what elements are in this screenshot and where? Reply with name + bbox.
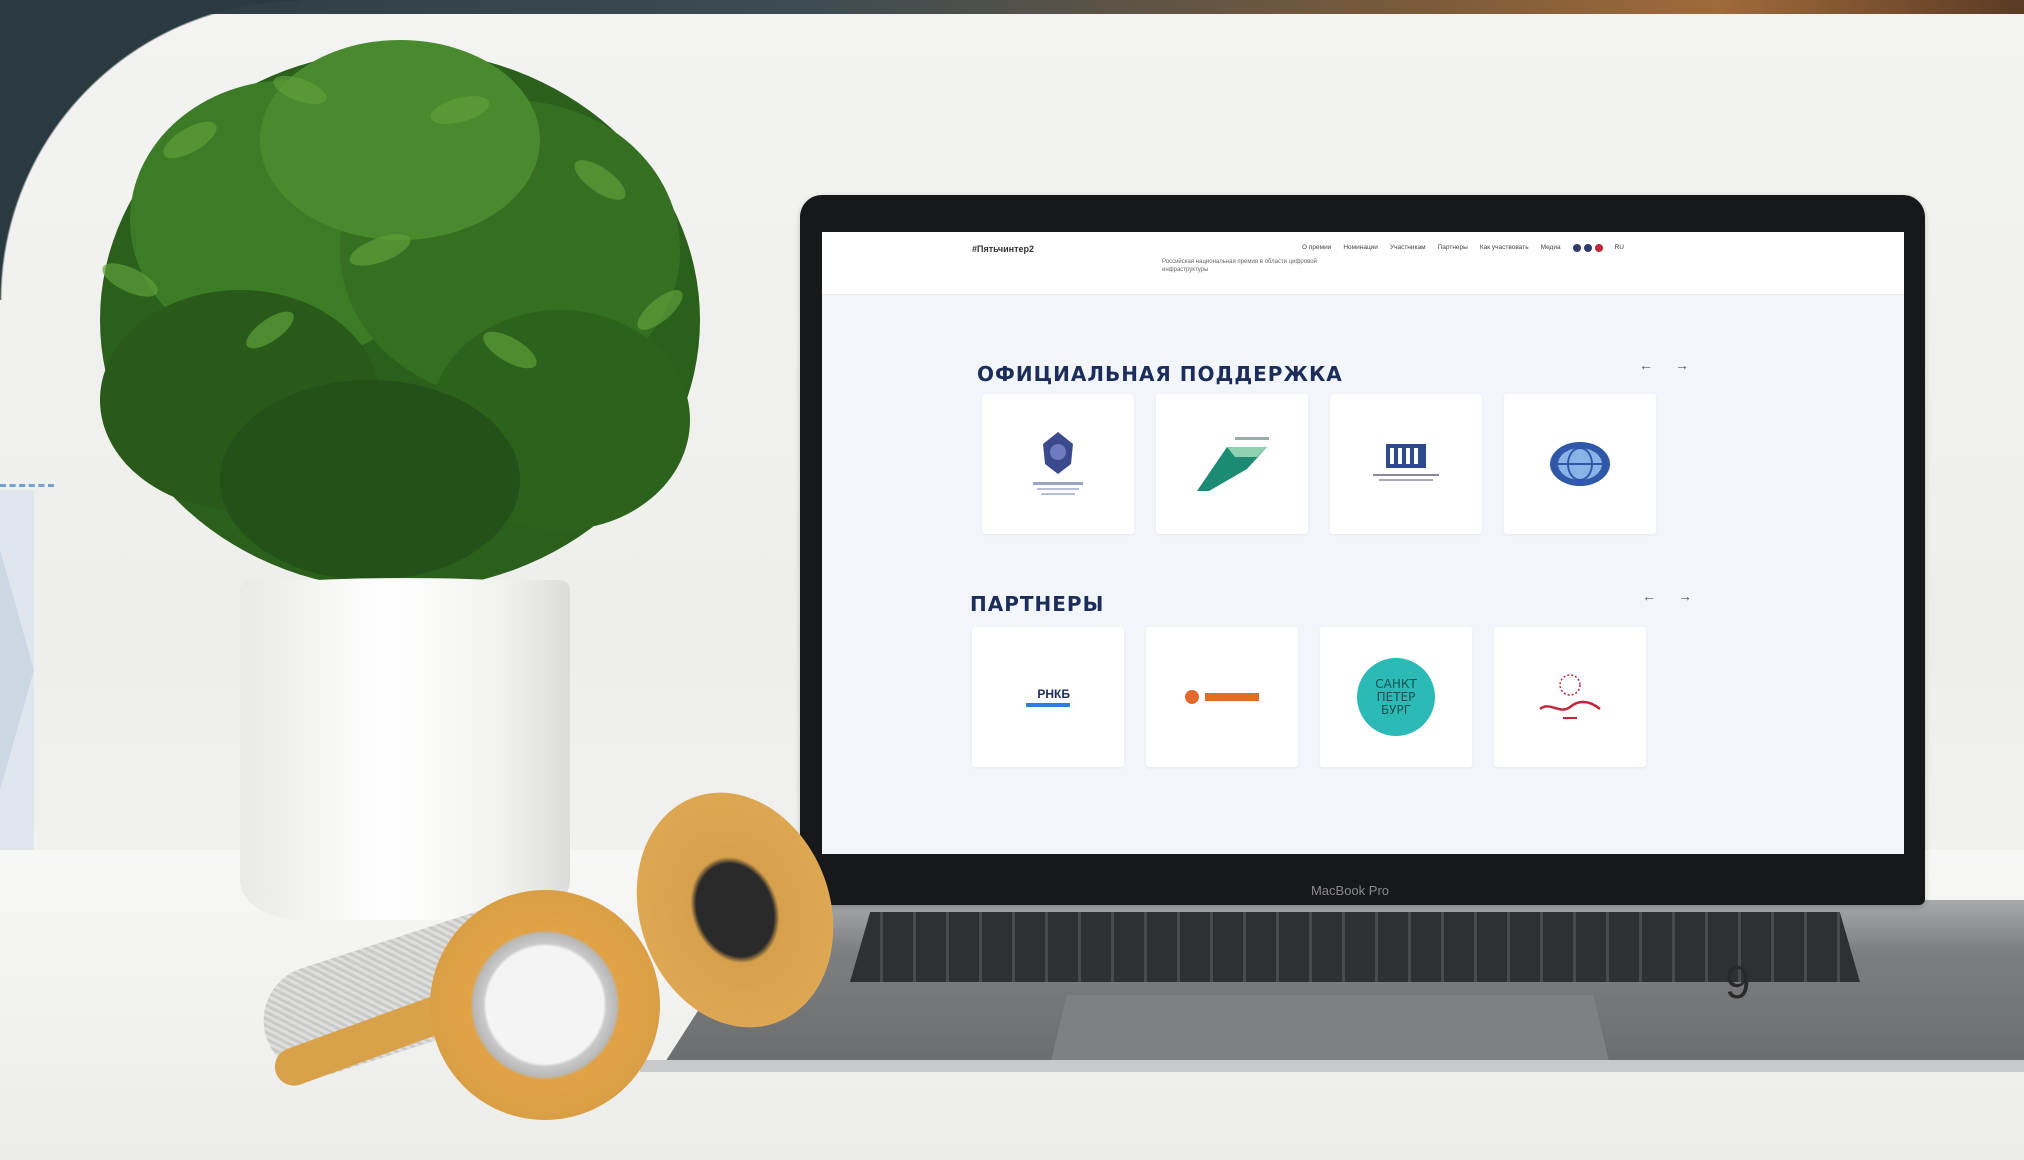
laptop-trackpad bbox=[1050, 995, 1610, 1065]
building-logo bbox=[1373, 444, 1439, 481]
top-photo-band bbox=[0, 0, 2024, 14]
bank-logo: РНКБ bbox=[1026, 687, 1070, 707]
site-logo[interactable]: #Пятьчинтер2 bbox=[972, 244, 1034, 254]
social-icon[interactable] bbox=[1583, 244, 1592, 252]
social-icon[interactable] bbox=[1594, 244, 1603, 252]
support-logos-row bbox=[982, 394, 1656, 534]
nav-item-partners[interactable]: Партнеры bbox=[1438, 244, 1468, 252]
orange-logo-bars bbox=[1205, 693, 1259, 701]
green-arrow-logo bbox=[1197, 437, 1269, 491]
partner-logos-row: РНКБ САНКТ ПЕТЕР БУРГ bbox=[972, 627, 1646, 767]
site-header: #Пятьчинтер2 Российская национальная пре… bbox=[822, 232, 1904, 295]
orange-logo bbox=[1185, 690, 1259, 704]
partners-carousel-arrows: ← → bbox=[1642, 588, 1692, 604]
support-logo-card[interactable] bbox=[1330, 394, 1482, 534]
saint-petersburg-logo: САНКТ ПЕТЕР БУРГ bbox=[1357, 658, 1435, 736]
support-logo-card[interactable] bbox=[1156, 394, 1308, 534]
decor-triangle bbox=[0, 550, 34, 790]
prev-arrow-icon[interactable]: ← bbox=[1642, 588, 1656, 604]
social-icon[interactable] bbox=[1572, 244, 1581, 252]
site-nav: О премии Номинации Участникам Партнеры К… bbox=[1302, 244, 1624, 252]
section-title-support: ОФИЦИАЛЬНАЯ ПОДДЕРЖКА bbox=[977, 362, 1343, 386]
nav-item-about[interactable]: О премии bbox=[1302, 244, 1331, 252]
partner-logo-card[interactable] bbox=[1494, 627, 1646, 767]
laptop-screen: #Пятьчинтер2 Российская национальная пре… bbox=[822, 232, 1904, 854]
support-logo-card[interactable] bbox=[982, 394, 1134, 534]
plant-illustration bbox=[100, 40, 700, 590]
spb-line: САНКТ bbox=[1375, 676, 1417, 691]
device-label: MacBook Pro bbox=[1310, 883, 1390, 898]
headphones-earcup bbox=[430, 890, 660, 1120]
section-title-partners: ПАРТНЕРЫ bbox=[970, 592, 1105, 616]
support-logo-card[interactable] bbox=[1504, 394, 1656, 534]
next-arrow-icon[interactable]: → bbox=[1678, 588, 1692, 604]
nav-item-how-to-participate[interactable]: Как участвовать bbox=[1480, 244, 1529, 252]
next-arrow-icon[interactable]: → bbox=[1675, 357, 1689, 373]
nav-item-participants[interactable]: Участникам bbox=[1390, 244, 1426, 252]
language-selector[interactable]: RU bbox=[1615, 244, 1624, 252]
prev-arrow-icon[interactable]: ← bbox=[1639, 357, 1653, 373]
nav-item-nominations[interactable]: Номинации bbox=[1343, 244, 1378, 252]
nav-item-media[interactable]: Медиа bbox=[1541, 244, 1561, 252]
laptop-base-edge bbox=[640, 1060, 2024, 1072]
ministry-emblem-logo bbox=[1033, 432, 1083, 495]
support-carousel-arrows: ← → bbox=[1639, 357, 1689, 373]
spb-line: БУРГ bbox=[1380, 702, 1412, 717]
social-icons bbox=[1572, 244, 1603, 252]
partner-logo-card[interactable] bbox=[1146, 627, 1298, 767]
spb-line: ПЕТЕР bbox=[1376, 689, 1416, 704]
orange-circle-icon bbox=[1185, 690, 1199, 704]
bank-logo-text: РНКБ bbox=[1037, 687, 1070, 701]
red-script-logo bbox=[1539, 674, 1601, 719]
globe-logo bbox=[1550, 442, 1610, 486]
partner-logo-card[interactable]: САНКТ ПЕТЕР БУРГ bbox=[1320, 627, 1472, 767]
partner-logo-card[interactable]: РНКБ bbox=[972, 627, 1124, 767]
laptop-keyboard bbox=[850, 912, 1860, 982]
page-number: 9 bbox=[1725, 956, 1751, 1008]
site-tagline: Российская национальная премия в области… bbox=[1162, 259, 1317, 273]
plant-pot bbox=[240, 580, 570, 920]
bank-logo-underline bbox=[1026, 703, 1070, 707]
